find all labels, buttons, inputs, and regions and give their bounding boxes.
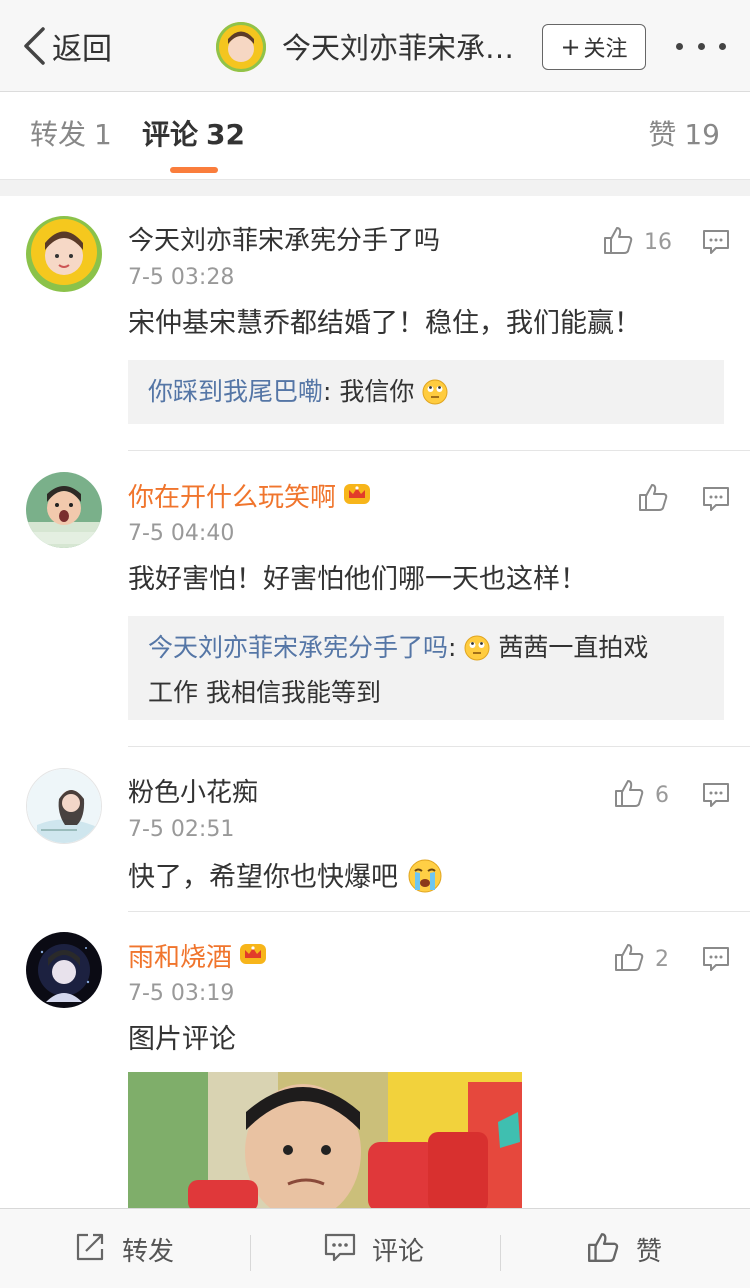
reply-username[interactable]: 今天刘亦菲宋承宪分手了吗 [148,633,448,662]
follow-label: 关注 [583,37,628,62]
bar-separator [250,1235,251,1271]
like-count: 2 [655,946,669,972]
reply-text: : 我信你 [323,377,415,406]
reply-text-line2: 工作 我相信我能等到 [148,678,381,707]
avatar[interactable] [26,216,102,292]
reply-quote: 今天刘亦菲宋承宪分手了吗: 茜茜一直拍戏 工作 我相信我能等到 [128,616,724,720]
comment-divider [128,911,750,912]
repost-label: 转发 [122,1236,175,1267]
like-button[interactable]: 16 [602,224,672,260]
plus-icon: + [560,33,581,61]
crying-emoji [407,858,443,904]
comment-text: 快了，希望你也快爆吧 [128,858,443,904]
bottom-action-bar: 转发 评论 赞 [0,1208,750,1288]
reply-button[interactable] [702,781,730,813]
like-button[interactable]: 2 [613,941,669,977]
thumbs-up-icon [613,941,645,977]
section-gap [0,180,750,196]
reply-button[interactable] [702,485,730,517]
comment-username[interactable]: 粉色小花痴 [128,776,258,810]
like-count: 6 [655,782,669,808]
comment-username[interactable]: 雨和烧酒 [128,940,268,975]
comment-bubble-icon [702,487,730,517]
comment-username[interactable]: 你在开什么玩笑啊 [128,480,372,515]
comment-bubble-icon [702,783,730,813]
reply-username[interactable]: 你踩到我尾巴嘞 [148,377,323,406]
comment-divider [128,746,750,747]
like-label: 赞 [636,1236,663,1267]
more-button[interactable] [676,28,726,64]
chevron-left-icon [22,26,46,66]
active-tab-indicator [170,167,218,173]
comment-bubble-icon [702,947,730,977]
share-icon [74,1231,106,1267]
back-button[interactable]: 返回 [22,22,112,70]
tab-like[interactable]: 赞 19 [648,118,720,152]
author-avatar[interactable] [216,22,266,72]
repost-button[interactable]: 转发 [74,1209,174,1288]
reply-button[interactable] [702,228,730,260]
comment-username[interactable]: 今天刘亦菲宋承宪分手了吗 [128,224,440,258]
comment-time: 7-5 02:51 [128,817,235,842]
thumbs-up-icon [637,481,669,517]
comment-divider [128,450,750,451]
crown-icon [238,940,268,975]
nav-title: 今天刘亦菲宋承宪分手了吗 [282,31,530,65]
comment-text: 图片评论 [128,1024,236,1055]
reply-quote: 你踩到我尾巴嘞: 我信你 [128,360,724,424]
bar-separator [500,1235,501,1271]
comment-bubble-icon [324,1231,356,1267]
avatar[interactable] [26,768,102,844]
thumbs-up-icon [586,1230,620,1268]
comment-text: 我好害怕！好害怕他们哪一天也这样！ [128,564,587,595]
comment-label: 评论 [372,1236,425,1267]
reply-text: 茜茜一直拍戏 [498,633,649,662]
more-icon [676,42,683,50]
thumbs-up-icon [613,777,645,813]
tab-repost[interactable]: 转发 1 [30,118,112,152]
reply-button[interactable] [702,945,730,977]
comment-text: 宋仲基宋慧乔都结婚了！稳住，我们能赢！ [128,308,641,339]
comment-button[interactable]: 评论 [324,1209,424,1288]
comment-time: 7-5 03:28 [128,265,235,290]
back-label: 返回 [52,32,112,67]
top-nav-bar: 返回 今天刘亦菲宋承宪分手了吗 + 关注 [0,0,750,92]
like-action-button[interactable]: 赞 [586,1209,662,1288]
follow-button[interactable]: + 关注 [542,24,646,70]
avatar[interactable] [26,472,102,548]
eyeroll-emoji [422,377,448,417]
tab-comment[interactable]: 评论 32 [142,118,245,152]
comment-time: 7-5 04:40 [128,521,235,546]
comment-image[interactable] [128,1072,522,1212]
comment-bubble-icon [702,230,730,260]
like-button[interactable]: 6 [613,777,669,813]
avatar[interactable] [26,932,102,1008]
tab-bar: 转发 1 评论 32 赞 19 [0,92,750,180]
like-count: 16 [644,229,672,255]
thumbs-up-icon [602,224,634,260]
like-button[interactable] [637,481,679,517]
crown-icon [342,480,372,515]
comment-time: 7-5 03:19 [128,981,235,1006]
eyeroll-emoji [464,633,490,673]
